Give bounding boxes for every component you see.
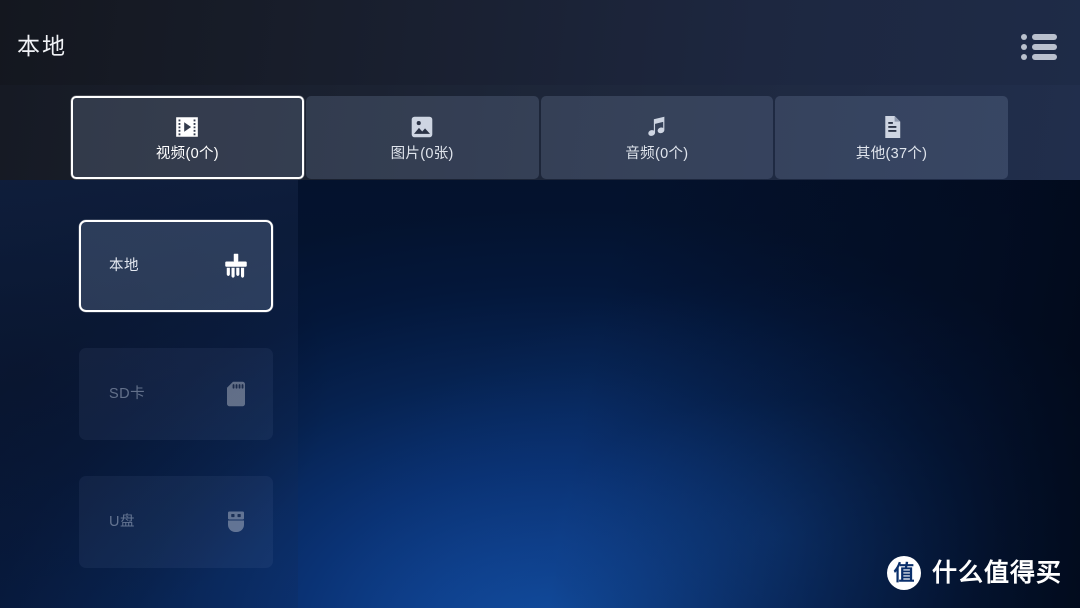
- app-root: 本地 视频(0个) 图片(0张) 音频(0个) 其他(37个) 本地 SD卡 U…: [0, 0, 1080, 608]
- sidebar-item-sd-card[interactable]: SD卡: [79, 348, 273, 440]
- image-picture-icon: [411, 116, 433, 138]
- watermark-logo-icon: 值: [886, 556, 921, 590]
- tab-label: 图片(0张): [390, 145, 454, 162]
- document-file-icon: [884, 115, 900, 138]
- cleaning-brush-icon: [225, 253, 247, 278]
- tab-image[interactable]: 图片(0张): [305, 96, 539, 179]
- list-menu-row: [1021, 34, 1057, 40]
- storage-source-list: 本地 SD卡 U盘: [79, 220, 273, 568]
- watermark-text: 什么值得买: [931, 558, 1062, 587]
- sidebar-item-usb-drive[interactable]: U盘: [79, 476, 273, 568]
- category-tabs: 视频(0个) 图片(0张) 音频(0个) 其他(37个): [0, 85, 1080, 181]
- usb-drive-icon: [228, 511, 244, 532]
- video-film-icon: [176, 117, 199, 137]
- list-menu-dot: [1021, 54, 1027, 60]
- tab-label: 音频(0个): [625, 145, 689, 162]
- sidebar-item-local[interactable]: 本地: [79, 220, 273, 312]
- watermark: 值 什么值得买: [886, 556, 1062, 590]
- tab-label: 其他(37个): [855, 145, 928, 162]
- tab-video[interactable]: 视频(0个): [71, 96, 304, 179]
- music-note-icon: [648, 116, 665, 136]
- sidebar-item-label: 本地: [109, 257, 139, 274]
- tab-label: 视频(0个): [155, 145, 219, 162]
- sidebar-item-label: U盘: [109, 513, 135, 530]
- list-menu-dot: [1021, 44, 1027, 50]
- list-menu-bar: [1032, 44, 1057, 50]
- list-menu-row: [1021, 54, 1057, 60]
- sd-card-icon: [227, 381, 245, 407]
- list-menu-icon[interactable]: [1021, 34, 1057, 60]
- list-menu-dot: [1021, 34, 1027, 40]
- page-title: 本地: [17, 33, 67, 59]
- list-menu-bar: [1032, 54, 1057, 60]
- list-menu-bar: [1032, 34, 1057, 40]
- app-header: 本地: [0, 0, 1080, 85]
- tab-other[interactable]: 其他(37个): [775, 96, 1008, 179]
- tab-audio[interactable]: 音频(0个): [540, 96, 774, 179]
- sidebar-item-label: SD卡: [109, 385, 146, 402]
- list-menu-row: [1021, 44, 1057, 50]
